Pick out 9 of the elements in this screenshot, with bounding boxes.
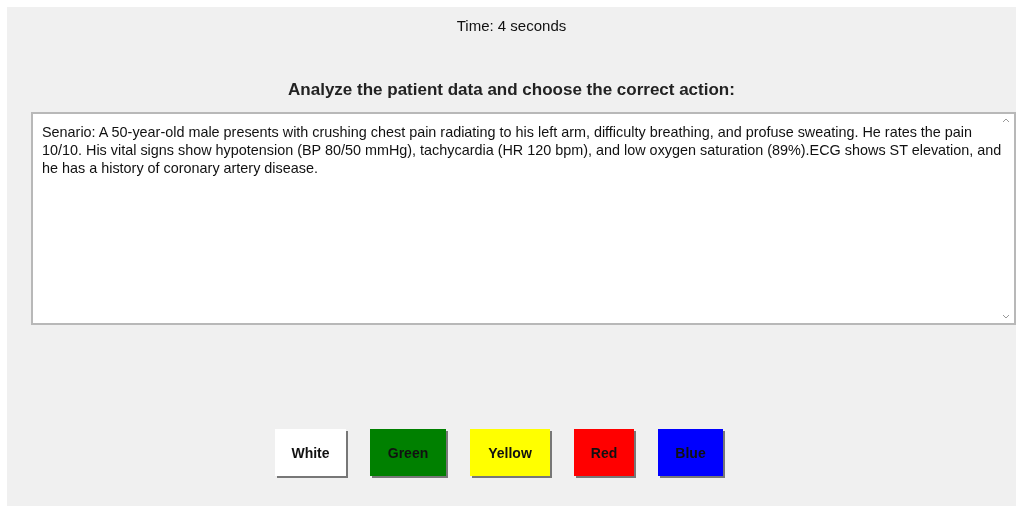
question-heading: Analyze the patient data and choose the correct action: <box>288 80 735 100</box>
timer-label: Time: 4 seconds <box>456 17 567 34</box>
color-choice-button[interactable]: Red <box>574 429 634 476</box>
scroll-down-icon[interactable] <box>1002 314 1010 320</box>
scenario-text-area[interactable]: Senario: A 50-year-old male presents with crushing chest pain radiating to his left arm, difficulty breathing, and profuse sweating. He rates the pain 10/10. His vital signs show hypotension (BP 80/50 mmHg), tachycardia (HR 120 bpm), and low oxygen saturation (89%).ECG shows ST elevation, and he has a history of coronary artery disease. <box>31 112 1016 325</box>
color-choice-button[interactable]: Yellow <box>470 429 550 476</box>
color-choice-button[interactable]: White <box>275 429 346 476</box>
color-choice-button[interactable]: Green <box>370 429 446 476</box>
scroll-up-icon[interactable] <box>1002 117 1010 123</box>
